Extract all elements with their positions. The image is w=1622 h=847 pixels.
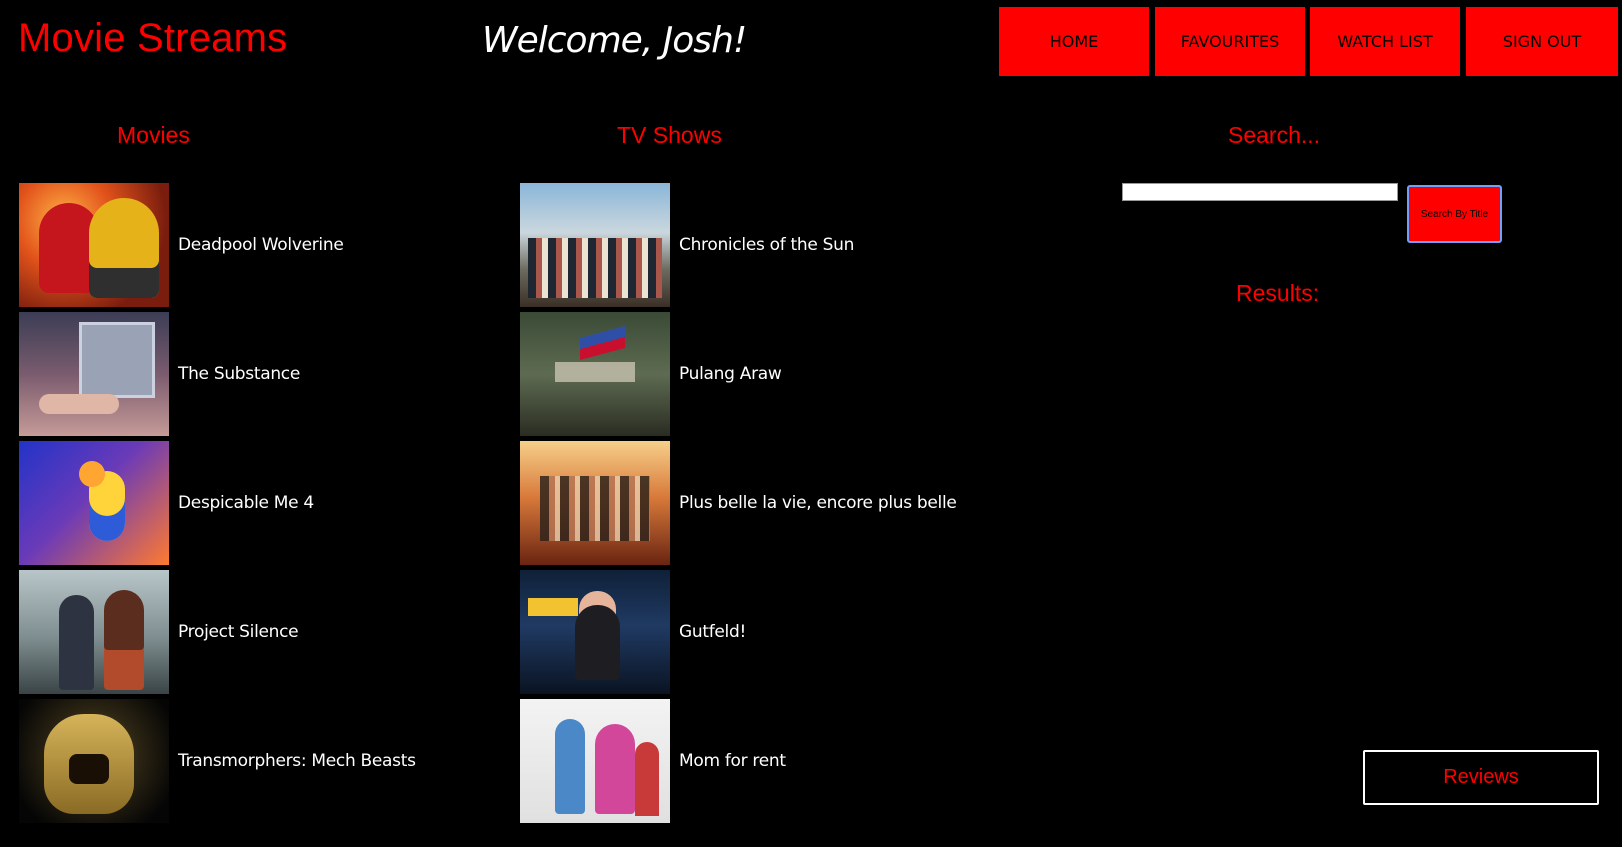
brand-title: Movie Streams (18, 16, 288, 60)
movie-poster[interactable] (19, 312, 169, 436)
nav-sign-out-button[interactable]: SIGN OUT (1466, 7, 1618, 76)
tv-show-item[interactable]: Pulang Araw (520, 312, 782, 436)
search-input[interactable] (1122, 183, 1398, 201)
tv-show-item[interactable]: Chronicles of the Sun (520, 183, 854, 307)
movie-item[interactable]: Project Silence (19, 570, 299, 694)
movie-title: Project Silence (178, 622, 299, 642)
movie-item[interactable]: Transmorphers: Mech Beasts (19, 699, 416, 823)
movie-poster[interactable] (19, 699, 169, 823)
tv-show-title: Plus belle la vie, encore plus belle (679, 493, 957, 513)
tv-shows-heading: TV Shows (617, 122, 722, 148)
tv-show-title: Pulang Araw (679, 364, 782, 384)
tv-show-title: Chronicles of the Sun (679, 235, 855, 255)
movie-title: Despicable Me 4 (178, 493, 314, 513)
tv-show-poster[interactable] (520, 183, 670, 307)
movie-title: Deadpool Wolverine (178, 235, 344, 255)
movie-item[interactable]: Deadpool Wolverine (19, 183, 344, 307)
movie-title: The Substance (178, 364, 300, 384)
nav-watch-list-button[interactable]: WATCH LIST (1310, 7, 1460, 76)
welcome-message: Welcome, Josh! (482, 20, 747, 61)
tv-show-poster[interactable] (520, 570, 670, 694)
movie-poster[interactable] (19, 570, 169, 694)
tv-show-item[interactable]: Plus belle la vie, encore plus belle (520, 441, 957, 565)
movies-heading: Movies (117, 122, 190, 148)
nav-favourites-button[interactable]: FAVOURITES (1155, 7, 1305, 76)
tv-show-title: Mom for rent (679, 751, 786, 771)
results-label: Results: (1236, 280, 1320, 306)
reviews-button[interactable]: Reviews (1363, 750, 1599, 805)
movie-poster[interactable] (19, 441, 169, 565)
nav-home-button[interactable]: HOME (999, 7, 1149, 76)
app-window: Movie Streams Welcome, Josh! HOME FAVOUR… (0, 0, 1622, 847)
search-heading: Search... (1228, 122, 1321, 148)
search-by-title-button[interactable]: Search By Title (1407, 185, 1502, 243)
movie-poster[interactable] (19, 183, 169, 307)
movie-item[interactable]: The Substance (19, 312, 300, 436)
tv-show-item[interactable]: Mom for rent (520, 699, 786, 823)
tv-show-poster[interactable] (520, 312, 670, 436)
movie-title: Transmorphers: Mech Beasts (178, 751, 416, 771)
tv-show-item[interactable]: Gutfeld! (520, 570, 746, 694)
movie-item[interactable]: Despicable Me 4 (19, 441, 314, 565)
tv-show-title: Gutfeld! (679, 622, 746, 642)
tv-show-poster[interactable] (520, 441, 670, 565)
tv-show-poster[interactable] (520, 699, 670, 823)
